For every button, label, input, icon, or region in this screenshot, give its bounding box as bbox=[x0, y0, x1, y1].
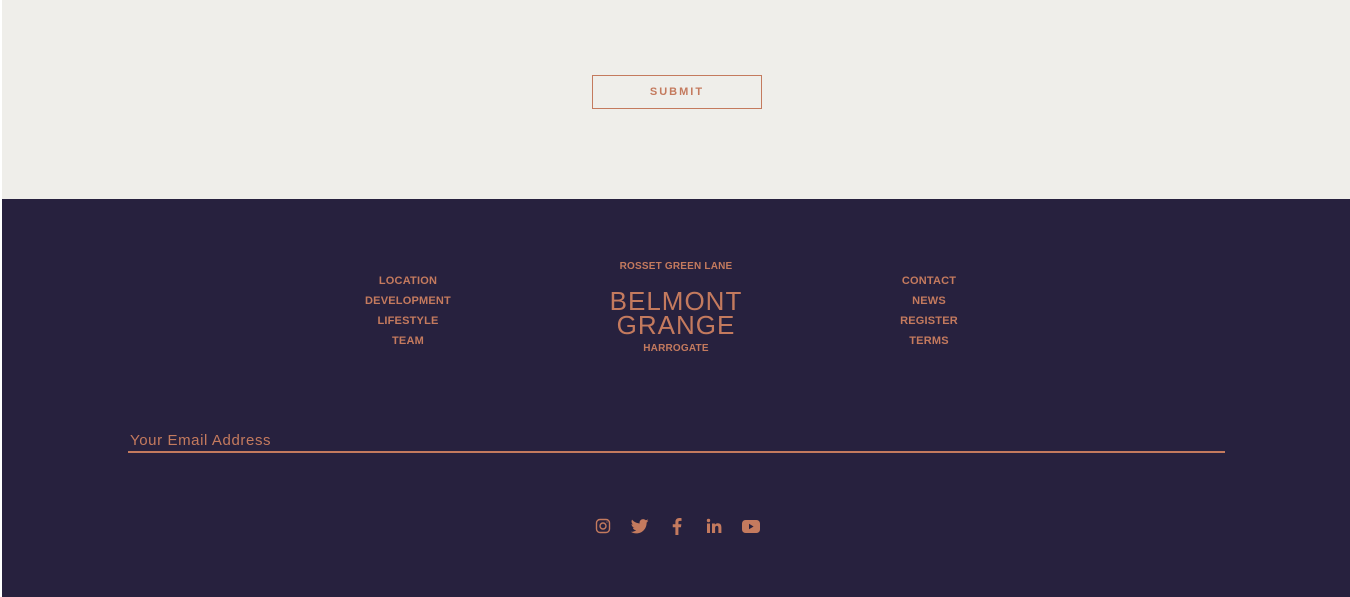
submit-button[interactable]: SUBMIT bbox=[592, 75, 762, 109]
nav-link-development[interactable]: DEVELOPMENT bbox=[365, 291, 451, 311]
email-input[interactable] bbox=[128, 429, 1225, 453]
brand-name-line2: GRANGE bbox=[616, 310, 736, 340]
brand-street: ROSSET GREEN LANE bbox=[619, 261, 733, 272]
linkedin-icon[interactable] bbox=[703, 515, 725, 537]
brand-town: HARROGATE bbox=[643, 343, 709, 354]
nav-link-team[interactable]: TEAM bbox=[392, 331, 424, 351]
social-links bbox=[592, 515, 762, 537]
site-footer: LOCATION DEVELOPMENT LIFESTYLE TEAM ROSS… bbox=[2, 199, 1350, 597]
nav-link-lifestyle[interactable]: LIFESTYLE bbox=[377, 311, 438, 331]
instagram-icon[interactable] bbox=[592, 515, 614, 537]
footer-nav-left: LOCATION DEVELOPMENT LIFESTYLE TEAM bbox=[328, 271, 488, 351]
nav-link-news[interactable]: NEWS bbox=[912, 291, 946, 311]
youtube-icon[interactable] bbox=[740, 515, 762, 537]
footer-nav-right: CONTACT NEWS REGISTER TERMS bbox=[849, 271, 1009, 351]
nav-link-terms[interactable]: TERMS bbox=[909, 331, 949, 351]
brand-logo[interactable]: ROSSET GREEN LANE BELMONT GRANGE HARROGA… bbox=[576, 261, 776, 355]
facebook-icon[interactable] bbox=[666, 515, 688, 537]
nav-link-location[interactable]: LOCATION bbox=[379, 271, 437, 291]
nav-link-contact[interactable]: CONTACT bbox=[902, 271, 956, 291]
twitter-icon[interactable] bbox=[629, 515, 651, 537]
form-section: SUBMIT bbox=[2, 0, 1350, 199]
brand-name: BELMONT GRANGE bbox=[576, 288, 776, 340]
nav-link-register[interactable]: REGISTER bbox=[900, 311, 958, 331]
